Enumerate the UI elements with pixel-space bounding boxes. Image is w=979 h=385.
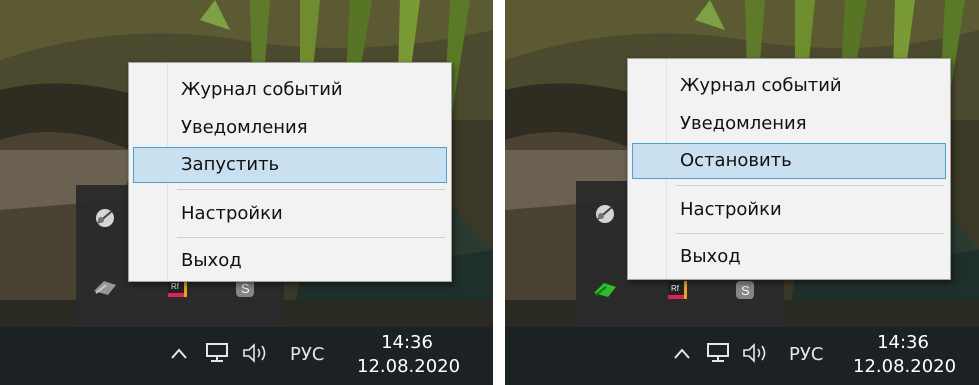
green-arrow-icon[interactable] (588, 273, 622, 307)
screenshot-left: Rf S РУС 14:36 12.08.2020 Журнал событий… (0, 0, 493, 385)
svg-text:Rf: Rf (171, 282, 180, 291)
volume-icon[interactable] (242, 342, 272, 370)
gray-arrow-icon[interactable] (88, 271, 122, 305)
volume-icon[interactable] (742, 342, 772, 370)
menu-item-notifications[interactable]: Уведомления (133, 110, 447, 146)
taskbar: РУС 14:36 12.08.2020 (505, 327, 979, 385)
network-icon[interactable] (205, 342, 229, 370)
chevron-up-icon[interactable] (170, 345, 188, 367)
menu-item-event-log[interactable]: Журнал событий (632, 68, 946, 104)
menu-separator (177, 189, 445, 190)
menu-item-stop[interactable]: Остановить (632, 143, 946, 179)
menu-item-event-log[interactable]: Журнал событий (133, 72, 447, 108)
clock-date: 12.08.2020 (357, 356, 461, 377)
svg-text:S: S (741, 283, 750, 298)
menu-separator (676, 185, 944, 186)
chevron-up-icon[interactable] (673, 345, 691, 367)
satellite-icon[interactable] (88, 201, 122, 235)
clock[interactable]: 14:36 12.08.2020 (357, 331, 461, 379)
menu-separator (676, 233, 944, 234)
satellite-icon[interactable] (588, 197, 622, 231)
taskbar: РУС 14:36 12.08.2020 (0, 327, 493, 385)
network-icon[interactable] (706, 342, 730, 370)
menu-item-settings[interactable]: Настройки (133, 196, 447, 232)
menu-item-exit[interactable]: Выход (632, 239, 946, 275)
clock[interactable]: 14:36 12.08.2020 (853, 331, 957, 379)
menu-item-notifications[interactable]: Уведомления (632, 106, 946, 142)
menu-item-start[interactable]: Запустить (133, 147, 447, 183)
clock-date: 12.08.2020 (853, 356, 957, 377)
screenshot-right: Rf S РУС 14:36 12.08.2020 Журнал событий… (505, 0, 979, 385)
clock-time: 14:36 (381, 332, 433, 353)
context-menu: Журнал событий Уведомления Остановить На… (627, 58, 951, 280)
menu-separator (177, 237, 445, 238)
svg-text:Rf: Rf (671, 284, 680, 293)
context-menu: Журнал событий Уведомления Запустить Нас… (128, 62, 452, 282)
language-indicator[interactable]: РУС (290, 344, 324, 366)
svg-text:S: S (241, 281, 250, 296)
menu-item-settings[interactable]: Настройки (632, 192, 946, 228)
menu-item-exit[interactable]: Выход (133, 243, 447, 279)
clock-time: 14:36 (877, 332, 929, 353)
language-indicator[interactable]: РУС (789, 344, 823, 366)
